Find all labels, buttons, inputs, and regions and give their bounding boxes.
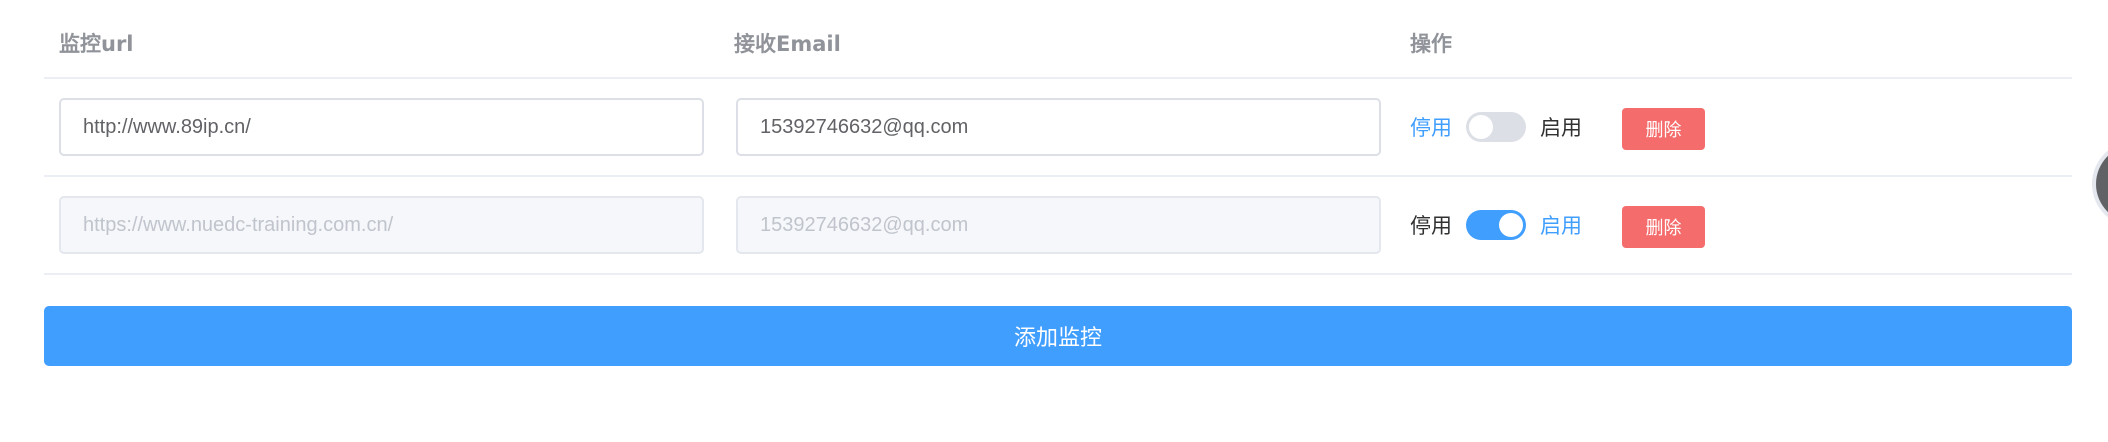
email-input[interactable] bbox=[736, 98, 1381, 156]
table-header: 监控url 接收Email 操作 bbox=[44, 0, 2072, 79]
switch-label-enabled[interactable]: 启用 bbox=[1540, 112, 1582, 142]
table-row: 停用 启用 删除 bbox=[44, 79, 2072, 177]
url-input[interactable] bbox=[59, 98, 704, 156]
toggle-knob bbox=[1499, 213, 1523, 237]
column-header-url: 监控url bbox=[59, 32, 134, 56]
table-row: 停用 启用 删除 bbox=[44, 177, 2072, 275]
switch-label-disabled[interactable]: 停用 bbox=[1410, 210, 1452, 240]
column-header-actions: 操作 bbox=[1410, 32, 1452, 56]
column-header-email: 接收Email bbox=[734, 32, 841, 56]
delete-button[interactable]: 删除 bbox=[1622, 108, 1705, 150]
switch-label-disabled[interactable]: 停用 bbox=[1410, 112, 1452, 142]
toggle-knob bbox=[1469, 115, 1493, 139]
status-toggle[interactable] bbox=[1466, 210, 1526, 240]
monitor-table: 监控url 接收Email 操作 停用 启用 删除 停用 启用 删除 bbox=[44, 0, 2072, 275]
status-switch-group: 停用 启用 bbox=[1410, 111, 1582, 143]
add-monitor-button[interactable]: 添加监控 bbox=[44, 306, 2072, 366]
status-switch-group: 停用 启用 bbox=[1410, 209, 1582, 241]
floating-widget[interactable] bbox=[2096, 145, 2108, 223]
delete-button[interactable]: 删除 bbox=[1622, 206, 1705, 248]
url-input bbox=[59, 196, 704, 254]
status-toggle[interactable] bbox=[1466, 112, 1526, 142]
switch-label-enabled[interactable]: 启用 bbox=[1540, 210, 1582, 240]
email-input bbox=[736, 196, 1381, 254]
